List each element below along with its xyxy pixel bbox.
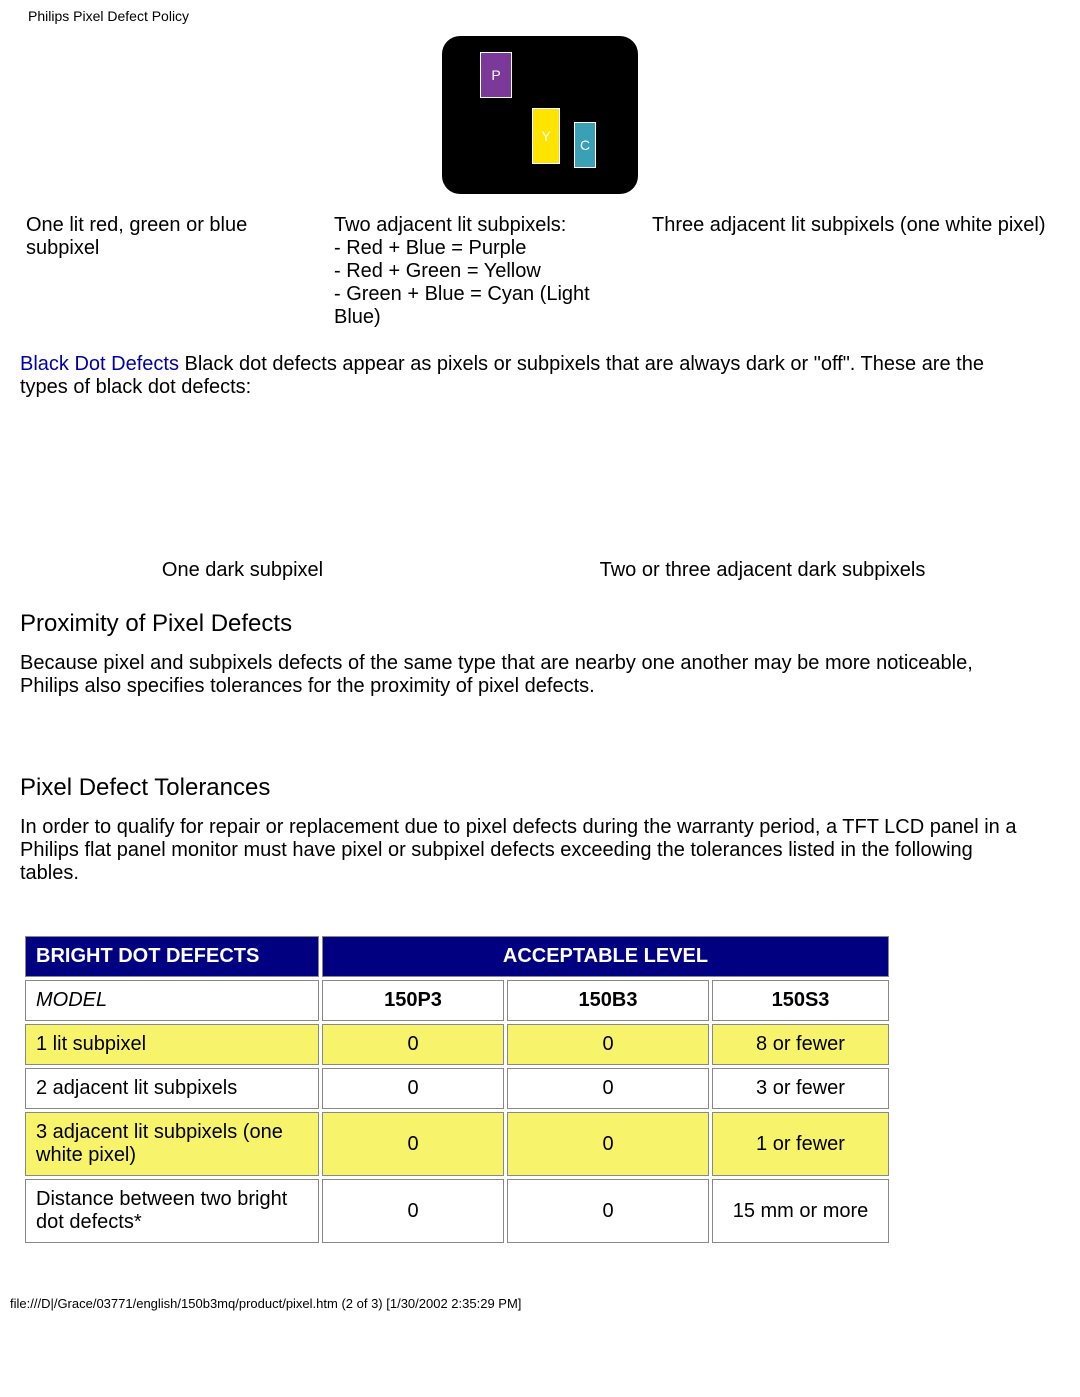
tolerance-cell: 15 mm or more bbox=[712, 1179, 889, 1243]
page-footer: file:///D|/Grace/03771/english/150b3mq/p… bbox=[0, 1246, 1080, 1321]
tolerance-cell: 1 or fewer bbox=[712, 1112, 889, 1176]
tolerance-cell: 0 bbox=[322, 1068, 504, 1109]
tolerance-cell: 0 bbox=[507, 1024, 709, 1065]
caption-one-dark: One dark subpixel bbox=[20, 559, 465, 582]
purple-subpixel-icon: P bbox=[480, 52, 512, 98]
bright-dot-defects-table: BRIGHT DOT DEFECTS ACCEPTABLE LEVEL MODE… bbox=[22, 933, 892, 1246]
defect-type-cell: 3 adjacent lit subpixels (one white pixe… bbox=[25, 1112, 319, 1176]
tolerance-cell: 0 bbox=[507, 1068, 709, 1109]
cyan-subpixel-icon: C bbox=[574, 122, 596, 168]
tolerance-cell: 0 bbox=[322, 1024, 504, 1065]
caption-two-adjacent: Two adjacent lit subpixels: - Red + Blue… bbox=[334, 214, 634, 329]
lit-subpixel-captions: One lit red, green or blue subpixel Two … bbox=[20, 204, 1060, 339]
black-dot-defects-paragraph: Black Dot Defects Black dot defects appe… bbox=[20, 353, 1020, 399]
caption-two-adjacent-line3: - Green + Blue = Cyan (Light Blue) bbox=[334, 283, 634, 329]
defect-type-cell: 1 lit subpixel bbox=[25, 1024, 319, 1065]
model-cell: 150B3 bbox=[507, 980, 709, 1021]
table-row: 2 adjacent lit subpixels003 or fewer bbox=[25, 1068, 889, 1109]
caption-two-adjacent-line1: - Red + Blue = Purple bbox=[334, 237, 634, 260]
acceptable-level-header: ACCEPTABLE LEVEL bbox=[322, 936, 889, 977]
model-cell: 150S3 bbox=[712, 980, 889, 1021]
dark-subpixel-captions: One dark subpixel Two or three adjacent … bbox=[20, 559, 1060, 582]
proximity-heading: Proximity of Pixel Defects bbox=[20, 610, 1060, 638]
table-row: Distance between two bright dot defects*… bbox=[25, 1179, 889, 1243]
defect-type-cell: 2 adjacent lit subpixels bbox=[25, 1068, 319, 1109]
tolerance-cell: 0 bbox=[322, 1112, 504, 1176]
subpixel-diagram: P Y C bbox=[20, 36, 1060, 194]
caption-two-adjacent-title: Two adjacent lit subpixels: bbox=[334, 214, 634, 237]
table-header-row: BRIGHT DOT DEFECTS ACCEPTABLE LEVEL bbox=[25, 936, 889, 977]
table-model-row: MODEL 150P3 150B3 150S3 bbox=[25, 980, 889, 1021]
tolerance-cell: 0 bbox=[507, 1112, 709, 1176]
caption-two-three-dark: Two or three adjacent dark subpixels bbox=[465, 559, 1060, 582]
tolerances-text: In order to qualify for repair or replac… bbox=[20, 816, 1020, 885]
bright-dot-defects-header: BRIGHT DOT DEFECTS bbox=[25, 936, 319, 977]
black-dot-defects-title: Black Dot Defects bbox=[20, 353, 179, 375]
model-label: MODEL bbox=[25, 980, 319, 1021]
tolerance-cell: 0 bbox=[507, 1179, 709, 1243]
caption-two-adjacent-line2: - Red + Green = Yellow bbox=[334, 260, 634, 283]
yellow-subpixel-icon: Y bbox=[532, 108, 560, 164]
caption-one-lit: One lit red, green or blue subpixel bbox=[26, 214, 316, 329]
table-row: 1 lit subpixel008 or fewer bbox=[25, 1024, 889, 1065]
tolerance-cell: 8 or fewer bbox=[712, 1024, 889, 1065]
model-cell: 150P3 bbox=[322, 980, 504, 1021]
tolerance-cell: 0 bbox=[322, 1179, 504, 1243]
tolerances-heading: Pixel Defect Tolerances bbox=[20, 774, 1060, 802]
tolerance-cell: 3 or fewer bbox=[712, 1068, 889, 1109]
page-header: Philips Pixel Defect Policy bbox=[20, 0, 1060, 30]
caption-three-adjacent: Three adjacent lit subpixels (one white … bbox=[652, 214, 1054, 329]
table-row: 3 adjacent lit subpixels (one white pixe… bbox=[25, 1112, 889, 1176]
proximity-text: Because pixel and subpixels defects of t… bbox=[20, 652, 1020, 698]
defect-type-cell: Distance between two bright dot defects* bbox=[25, 1179, 319, 1243]
